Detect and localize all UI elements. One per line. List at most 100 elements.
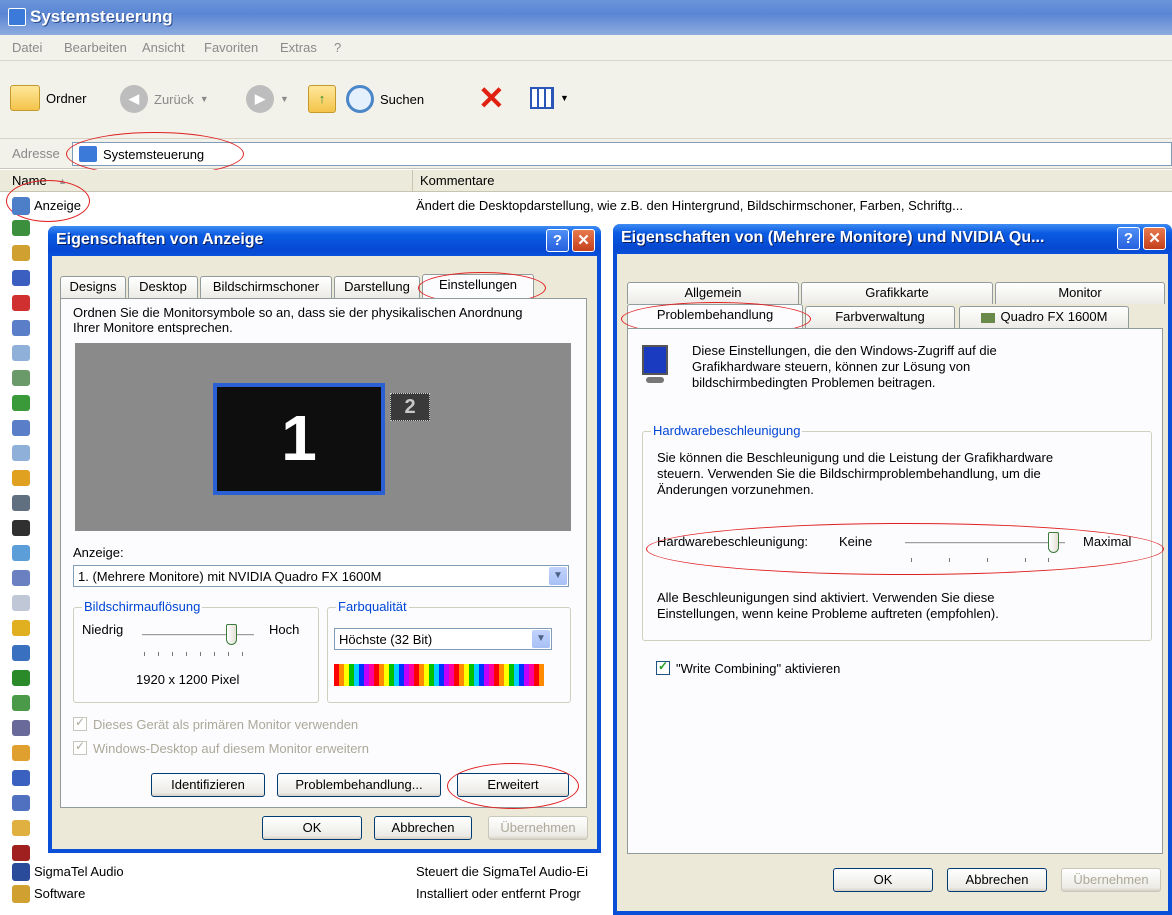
chevron-down-icon: ▼ [560, 93, 569, 103]
apply-button[interactable]: Übernehmen [1061, 868, 1161, 892]
status-text-1: Alle Beschleunigungen sind aktiviert. Ve… [657, 590, 995, 605]
menu-bar: Datei Bearbeiten Ansicht Favoriten Extra… [0, 35, 1172, 61]
dialog-body: Designs Desktop Bildschirmschoner Darste… [52, 256, 597, 849]
tab-page: Diese Einstellungen, die den Windows-Zug… [627, 328, 1164, 854]
display-properties-dialog: Eigenschaften von Anzeige ? ✕ Designs De… [48, 226, 601, 853]
status-text-2: Einstellungen, wenn keine Probleme auftr… [657, 606, 999, 621]
menu-help[interactable]: ? [334, 40, 341, 55]
dialog-title: Eigenschaften von Anzeige [56, 231, 264, 248]
toolbar: Ordner ◀ Zurück ▼ ▶ ▼ ↑ Suchen ✕ ▼ [0, 61, 1172, 139]
display-icon [12, 197, 30, 215]
instruction-text: Ordnen Sie die Monitorsymbole so an, das… [73, 305, 523, 320]
resolution-slider-track [142, 634, 254, 637]
description-2: steuern. Verwenden Sie die Bildschirmpro… [657, 466, 1041, 481]
dialog-title: Eigenschaften von (Mehrere Monitore) und… [621, 229, 1045, 246]
views-icon [530, 87, 554, 109]
address-label: Adresse [12, 146, 60, 161]
list-item-comment: Steuert die SigmaTel Audio-Ei [416, 864, 588, 879]
description-1: Sie können die Beschleunigung und die Le… [657, 450, 1054, 465]
monitor-2[interactable]: 2 [390, 393, 430, 421]
list-item[interactable]: Anzeige Ändert die Desktopdarstellung, w… [0, 196, 1172, 216]
search-label: Suchen [380, 91, 425, 107]
description-3: Änderungen vorzunehmen. [657, 482, 814, 497]
tab-graphics-card[interactable]: Grafikkarte [801, 282, 993, 304]
forward-button[interactable]: ▶ ▼ [246, 85, 289, 113]
control-panel-icon [8, 8, 26, 26]
resolution-low-label: Niedrig [82, 622, 124, 637]
list-item-name: Anzeige [34, 198, 81, 213]
tab-general[interactable]: Allgemein [627, 282, 799, 304]
resolution-group: Bildschirmauflösung Niedrig Hoch 1920 x … [73, 599, 319, 703]
tab-page: Ordnen Sie die Monitorsymbole so an, das… [60, 298, 587, 809]
search-button[interactable]: Suchen [346, 85, 424, 113]
folders-button[interactable]: Ordner [10, 85, 86, 111]
folder-icon [10, 85, 40, 111]
color-quality-select[interactable]: Höchste (32 Bit) ▼ [334, 628, 552, 650]
close-button[interactable]: ✕ [572, 229, 595, 252]
resolution-high-label: Hoch [269, 622, 300, 637]
intro-text-3: bildschirmbedingten Problemen beitragen. [692, 375, 936, 390]
tab-appearance[interactable]: Darstellung [334, 276, 420, 298]
resolution-value: 1920 x 1200 Pixel [136, 672, 240, 687]
ok-button[interactable]: OK [833, 868, 933, 892]
menu-bearbeiten[interactable]: Bearbeiten [64, 40, 127, 55]
tab-quadro[interactable]: Quadro FX 1600M [959, 306, 1129, 328]
back-label: Zurück [154, 91, 194, 107]
resolution-slider-thumb[interactable] [226, 624, 237, 645]
primary-monitor-label: Dieses Gerät als primären Monitor verwen… [93, 717, 359, 732]
color-quality-group: Farbqualität Höchste (32 Bit) ▼ [327, 599, 571, 703]
up-folder-icon[interactable]: ↑ [308, 85, 336, 113]
chevron-down-icon: ▼ [532, 630, 550, 648]
tab-desktop[interactable]: Desktop [128, 276, 198, 298]
sigmatel-icon [12, 863, 30, 881]
intro-text-1: Diese Einstellungen, die den Windows-Zug… [692, 343, 997, 358]
title-bar: Systemsteuerung [0, 0, 1172, 35]
ok-button[interactable]: OK [262, 816, 362, 840]
delete-icon[interactable]: ✕ [478, 81, 505, 115]
dialog-body: Allgemein Grafikkarte Monitor Problembeh… [617, 254, 1168, 911]
list-header: Name ▲ Kommentare [0, 170, 1172, 192]
back-arrow-icon: ◀ [120, 85, 148, 113]
write-combining-checkbox[interactable]: ✓ [656, 659, 670, 675]
annotation-circle [646, 523, 1164, 575]
primary-monitor-checkbox[interactable]: ✓ [73, 715, 87, 731]
search-icon [346, 85, 374, 113]
dialog-title-bar: Eigenschaften von Anzeige ? ✕ [48, 226, 601, 256]
monitor-1[interactable]: 1 [213, 383, 385, 495]
menu-favoriten[interactable]: Favoriten [204, 40, 258, 55]
column-comment[interactable]: Kommentare [420, 173, 494, 188]
menu-datei[interactable]: Datei [12, 40, 42, 55]
troubleshoot-button[interactable]: Problembehandlung... [277, 773, 441, 797]
help-button[interactable]: ? [546, 229, 569, 252]
tab-screensaver[interactable]: Bildschirmschoner [200, 276, 332, 298]
menu-ansicht[interactable]: Ansicht [142, 40, 185, 55]
color-quality-label: Farbqualität [336, 599, 409, 614]
hardware-acceleration-label: Hardwarebeschleunigung [651, 423, 803, 438]
cancel-button[interactable]: Abbrechen [374, 816, 472, 840]
list-item-comment: Installiert oder entfernt Progr [416, 886, 581, 901]
monitor-icon [642, 345, 668, 385]
views-button[interactable]: ▼ [530, 87, 569, 109]
display-label: Anzeige: [73, 545, 124, 560]
tab-designs[interactable]: Designs [60, 276, 126, 298]
tab-color-management[interactable]: Farbverwaltung [805, 306, 955, 328]
extend-desktop-checkbox[interactable]: ✓ [73, 739, 87, 755]
cancel-button[interactable]: Abbrechen [947, 868, 1047, 892]
folders-label: Ordner [46, 90, 87, 106]
help-button[interactable]: ? [1117, 227, 1140, 250]
intro-text-2: Grafikhardware steuern, können zur Lösun… [692, 359, 971, 374]
list-item-name: SigmaTel Audio [34, 864, 124, 879]
tab-monitor[interactable]: Monitor [995, 282, 1165, 304]
forward-arrow-icon: ▶ [246, 85, 274, 113]
identify-button[interactable]: Identifizieren [151, 773, 265, 797]
close-button[interactable]: ✕ [1143, 227, 1166, 250]
write-combining-label: "Write Combining" aktivieren [676, 661, 841, 676]
menu-extras[interactable]: Extras [280, 40, 317, 55]
monitor-properties-dialog: Eigenschaften von (Mehrere Monitore) und… [613, 224, 1172, 915]
apply-button[interactable]: Übernehmen [488, 816, 588, 840]
back-button[interactable]: ◀ Zurück ▼ [120, 85, 209, 113]
monitor-arrangement-area: 1 2 [75, 343, 571, 531]
display-select[interactable]: 1. (Mehrere Monitore) mit NVIDIA Quadro … [73, 565, 569, 587]
extend-desktop-label: Windows-Desktop auf diesem Monitor erwei… [93, 741, 369, 756]
display-value: 1. (Mehrere Monitore) mit NVIDIA Quadro … [78, 569, 382, 584]
